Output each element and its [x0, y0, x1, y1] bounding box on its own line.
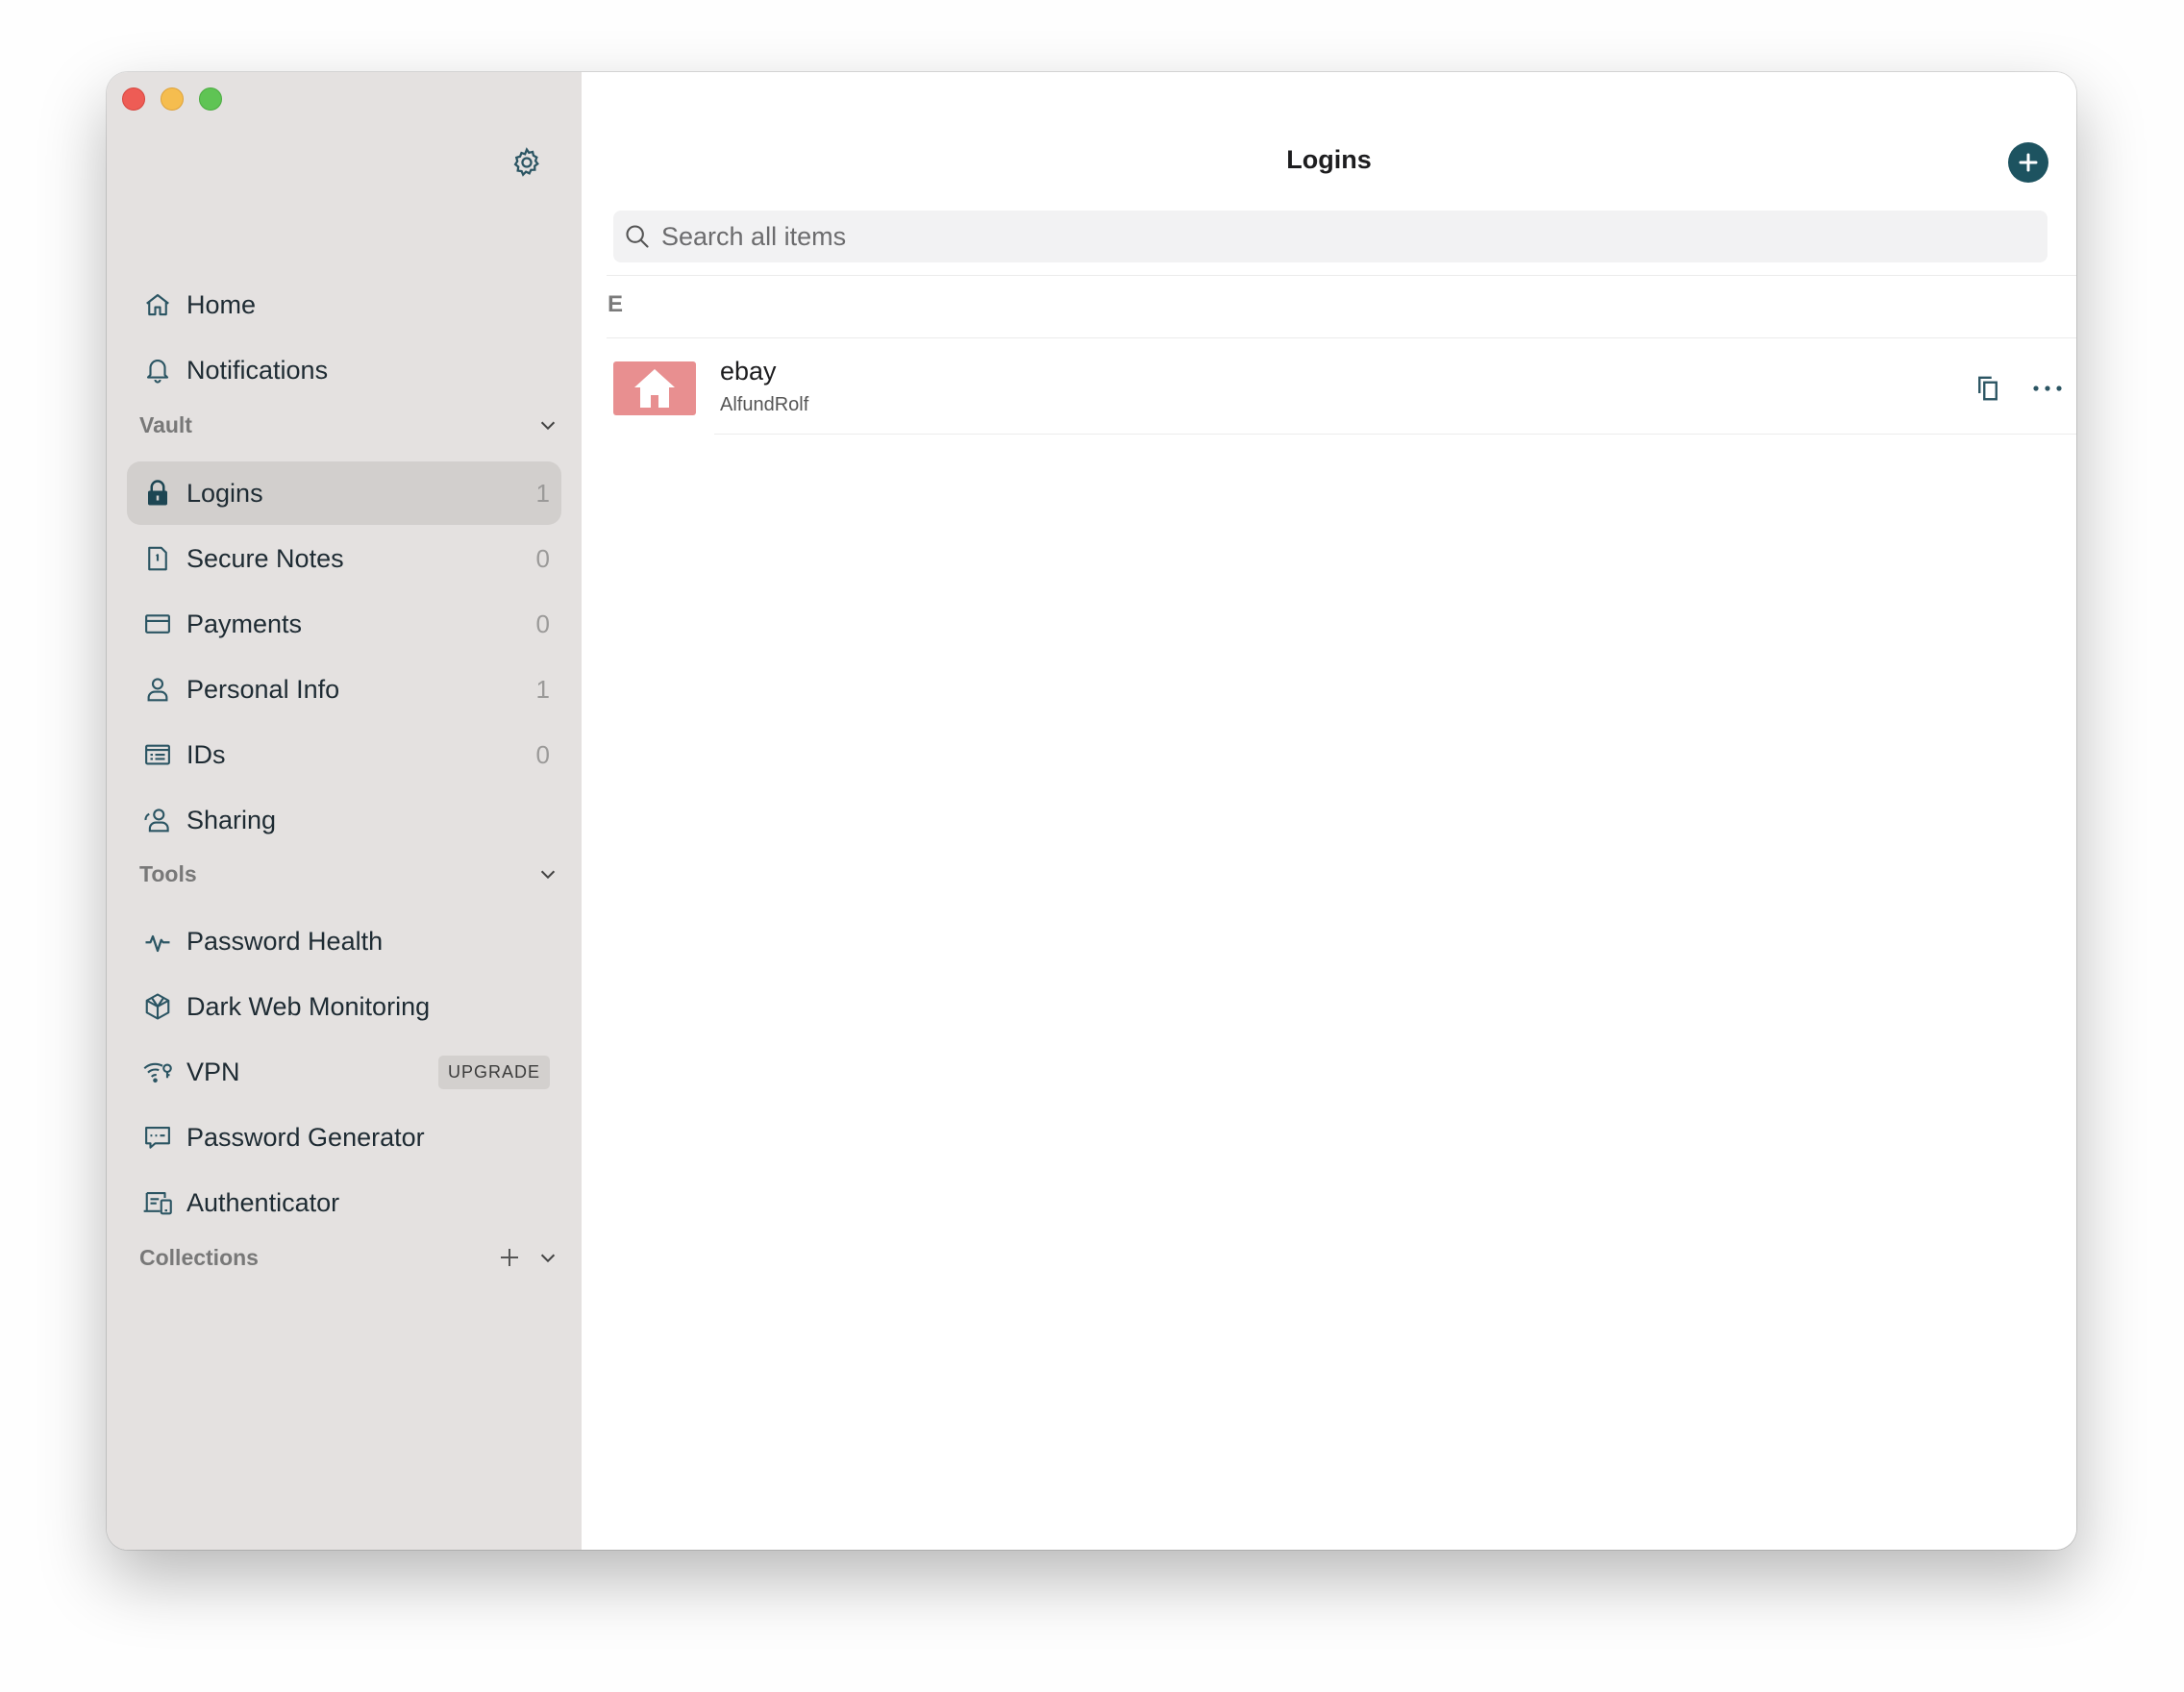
section-title: Tools	[139, 860, 197, 886]
app-window: Home Notifications Vault Logins 1 Secure…	[107, 72, 2076, 1550]
window-controls	[122, 87, 222, 111]
sidebar-item-dark-web-monitoring[interactable]: Dark Web Monitoring	[127, 975, 561, 1038]
group-header-letter: E	[608, 291, 624, 317]
item-count: 0	[535, 609, 550, 638]
generator-icon	[140, 1120, 175, 1155]
sidebar-item-label: Personal Info	[186, 674, 340, 704]
vpn-icon	[140, 1055, 175, 1089]
divider	[607, 337, 2076, 338]
sidebar-item-label: Dark Web Monitoring	[186, 991, 431, 1021]
item-thumbnail	[613, 361, 696, 415]
sidebar-item-home[interactable]: Home	[127, 273, 561, 336]
sidebar-item-ids[interactable]: IDs 0	[127, 723, 561, 786]
chevron-down-icon[interactable]	[534, 859, 562, 888]
sidebar: Home Notifications Vault Logins 1 Secure…	[107, 72, 582, 1550]
sidebar-item-logins[interactable]: Logins 1	[127, 461, 561, 525]
id-card-icon	[140, 737, 175, 772]
divider	[607, 275, 2076, 276]
plus-icon	[2019, 153, 2038, 172]
sidebar-item-personal-info[interactable]: Personal Info 1	[127, 658, 561, 721]
lock-icon	[140, 476, 175, 510]
window-maximize-button[interactable]	[199, 87, 222, 111]
sidebar-item-payments[interactable]: Payments 0	[127, 592, 561, 656]
item-text: ebay AlfundRolf	[720, 357, 1967, 416]
sidebar-item-label: Logins	[186, 478, 263, 508]
collections-section-header[interactable]: Collections	[139, 1238, 562, 1277]
sidebar-item-label: Notifications	[186, 355, 329, 385]
item-count: 1	[535, 478, 550, 508]
sidebar-item-label: IDs	[186, 739, 226, 769]
add-collection-icon[interactable]	[495, 1243, 524, 1272]
sidebar-item-sharing[interactable]: Sharing	[127, 788, 561, 852]
person-icon	[140, 672, 175, 707]
sidebar-item-label: Password Health	[186, 926, 384, 956]
sidebar-item-authenticator[interactable]: Authenticator	[127, 1171, 561, 1234]
chevron-down-icon[interactable]	[534, 1243, 562, 1272]
copy-icon	[1978, 376, 1998, 401]
add-item-button[interactable]	[2008, 142, 2048, 183]
tools-section-header[interactable]: Tools	[139, 855, 562, 893]
main-panel: Logins E	[582, 72, 2076, 1550]
item-count: 0	[535, 543, 550, 573]
authenticator-icon	[140, 1185, 175, 1220]
item-count: 1	[535, 674, 550, 704]
sidebar-item-label: Sharing	[186, 805, 277, 834]
upgrade-badge[interactable]: UPGRADE	[437, 1055, 550, 1089]
sidebar-item-label: Authenticator	[186, 1187, 340, 1217]
vault-section-header[interactable]: Vault	[139, 406, 562, 444]
item-username: AlfundRolf	[720, 394, 809, 415]
sidebar-item-label: VPN	[186, 1057, 240, 1086]
list-item[interactable]: ebay AlfundRolf	[607, 341, 2076, 435]
window-close-button[interactable]	[122, 87, 145, 111]
copy-button[interactable]	[1967, 367, 2009, 410]
item-count: 0	[535, 739, 550, 769]
gear-icon	[513, 147, 539, 177]
sidebar-item-label: Payments	[186, 609, 303, 638]
divider	[714, 434, 2076, 435]
ellipsis-icon	[2033, 386, 2062, 391]
house-icon	[634, 369, 675, 408]
home-icon	[140, 287, 175, 322]
item-name: ebay	[720, 357, 777, 386]
page-title: Logins	[1286, 145, 1372, 174]
window-minimize-button[interactable]	[161, 87, 184, 111]
sidebar-item-label: Password Generator	[186, 1122, 425, 1152]
sidebar-item-label: Home	[186, 289, 257, 319]
dark-web-icon	[140, 989, 175, 1024]
section-title: Collections	[139, 1244, 259, 1270]
desktop-background: Home Notifications Vault Logins 1 Secure…	[0, 0, 2184, 1692]
section-title: Vault	[139, 411, 192, 437]
settings-button[interactable]	[509, 145, 544, 180]
sidebar-item-notifications[interactable]: Notifications	[127, 338, 561, 402]
sidebar-item-password-generator[interactable]: Password Generator	[127, 1106, 561, 1169]
bell-icon	[140, 353, 175, 387]
chevron-down-icon[interactable]	[534, 411, 562, 439]
more-options-button[interactable]	[2026, 367, 2069, 410]
sidebar-item-vpn[interactable]: VPN UPGRADE	[127, 1040, 561, 1104]
search-icon	[623, 222, 652, 251]
note-icon	[140, 541, 175, 576]
sidebar-item-secure-notes[interactable]: Secure Notes 0	[127, 527, 561, 590]
sidebar-item-label: Secure Notes	[186, 543, 344, 573]
search-bar[interactable]	[613, 211, 2048, 262]
search-input[interactable]	[659, 220, 2048, 253]
sharing-icon	[140, 803, 175, 837]
pulse-icon	[140, 924, 175, 958]
card-icon	[140, 607, 175, 641]
sidebar-item-password-health[interactable]: Password Health	[127, 909, 561, 973]
